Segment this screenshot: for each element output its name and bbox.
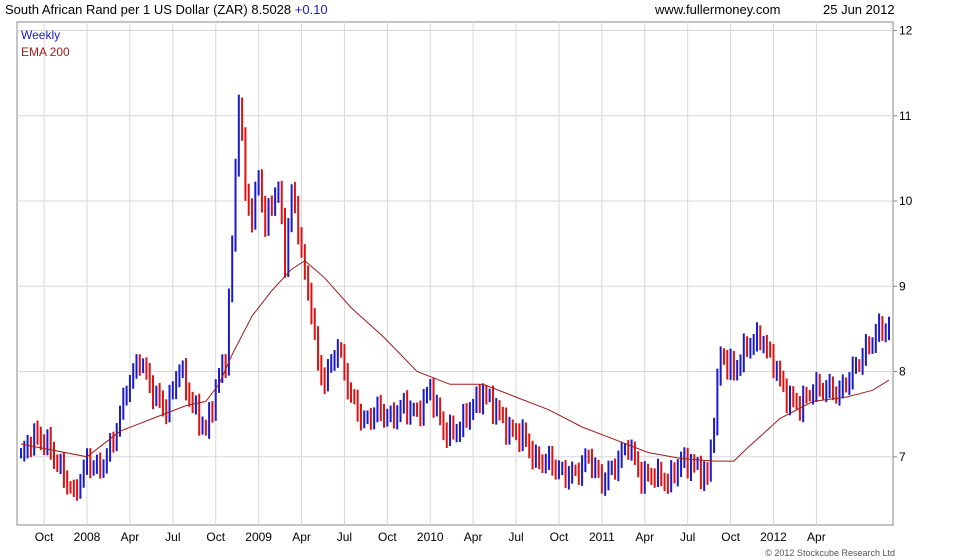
y-tick-label: 8 (899, 365, 906, 379)
legend-weekly: Weekly (21, 28, 60, 42)
x-tick-label: Oct (550, 530, 569, 544)
x-tick-label: Jul (508, 530, 523, 544)
plot-frame (16, 21, 894, 526)
x-tick-label: Apr (807, 530, 826, 544)
x-tick-label: Jul (337, 530, 352, 544)
x-tick-label: Apr (635, 530, 654, 544)
y-tick-label: 10 (899, 194, 913, 208)
x-tick-label: 2011 (589, 530, 615, 544)
x-tick-label: Jul (680, 530, 695, 544)
y-tick-label: 7 (899, 450, 906, 464)
x-tick-label: Jul (165, 530, 180, 544)
x-tick-label: Oct (35, 530, 54, 544)
x-tick-label: Apr (464, 530, 483, 544)
x-tick-label: 2009 (245, 530, 272, 544)
y-tick-label: 9 (899, 279, 906, 293)
x-tick-label: Apr (121, 530, 140, 544)
x-tick-label: Oct (378, 530, 397, 544)
x-tick-label: Oct (206, 530, 225, 544)
x-tick-label: Apr (292, 530, 311, 544)
y-axis: 7 8 9 10 11 12 (893, 24, 913, 464)
x-tick-label: 2008 (74, 530, 101, 544)
x-axis: Oct 2008 Apr Jul Oct 2009 Apr Jul Oct 2010 Apr Jul O… (35, 530, 826, 544)
y-tick-label: 11 (899, 109, 912, 123)
legend-ema-200: EMA 200 (21, 45, 70, 59)
x-tick-label: 2012 (760, 530, 787, 544)
x-tick-label: 2010 (417, 530, 444, 544)
price-chart: 7 8 9 10 11 12 Oct 2008 Apr Jul Oct 2009 Apr Jul Oct 2… (16, 21, 913, 544)
copyright-notice: © 2012 Stockcube Research Ltd (765, 548, 895, 558)
y-tick-label: 12 (899, 24, 913, 38)
x-tick-label: Oct (721, 530, 740, 544)
